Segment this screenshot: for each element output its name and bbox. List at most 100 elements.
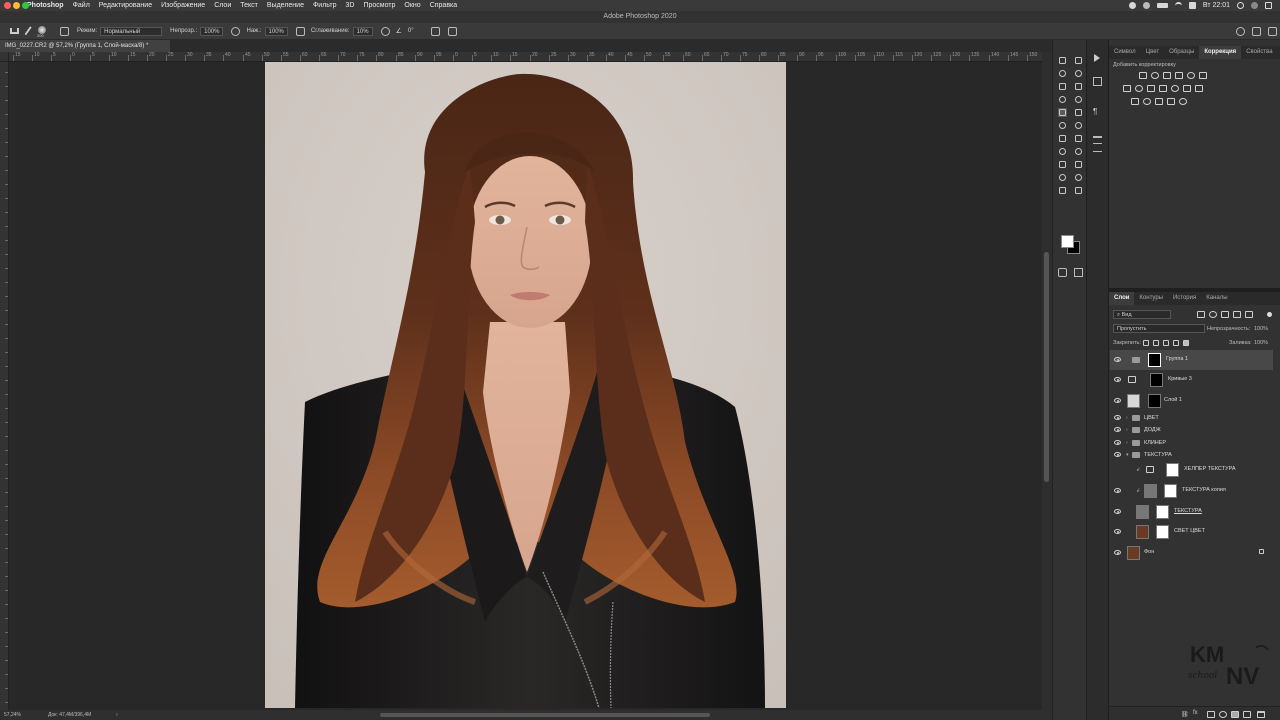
lasso-tool-icon[interactable]: [1058, 69, 1067, 78]
visibility-eye-icon[interactable]: [1114, 415, 1121, 420]
tab-history[interactable]: История: [1168, 292, 1201, 305]
play-actions-icon[interactable]: [1094, 54, 1100, 62]
move-tool-icon[interactable]: [1058, 56, 1067, 65]
layer-row[interactable]: ↲ ХЕЛПЕР ТЕКСТУРА: [1110, 460, 1273, 480]
layer-row[interactable]: ↲ ТЕКСТУРА копия: [1110, 481, 1273, 501]
wifi-icon[interactable]: [1174, 2, 1182, 9]
menu-type[interactable]: Текст: [240, 2, 258, 9]
menu-3d[interactable]: 3D: [345, 2, 354, 9]
new-group-icon[interactable]: [1231, 711, 1239, 718]
eyedropper-tool-icon[interactable]: [1058, 95, 1067, 104]
home-icon[interactable]: [10, 28, 19, 34]
menu-image[interactable]: Изображение: [161, 2, 205, 9]
tab-adjustments[interactable]: Коррекция: [1199, 46, 1242, 59]
chevron-right-icon[interactable]: ›: [1126, 427, 1128, 433]
document-size-info[interactable]: Док: 47,4M/396,4M: [48, 710, 91, 720]
filter-adjustment-icon[interactable]: [1209, 311, 1217, 318]
horizontal-ruler[interactable]: 15 10 5 0 5 10 15 20 25 30 35 40 45 50 55 60 65 70 75 80 85 9…: [9, 52, 1042, 62]
type-tool-icon[interactable]: [1058, 160, 1067, 169]
adjustments-sliders-icon[interactable]: [1093, 143, 1102, 152]
history-brush-tool-icon[interactable]: [1058, 121, 1067, 130]
tab-paths[interactable]: Контуры: [1134, 292, 1168, 305]
tab-character[interactable]: Символ: [1109, 46, 1141, 59]
menu-file[interactable]: Файл: [73, 2, 90, 9]
color-lookup-icon[interactable]: [1183, 85, 1191, 92]
crop-tool-icon[interactable]: [1058, 82, 1067, 91]
healing-brush-tool-icon[interactable]: [1074, 95, 1083, 104]
app-menu[interactable]: Photoshop: [27, 2, 64, 9]
layer-filter-select[interactable]: ⌕ Вид: [1113, 310, 1171, 319]
triangle-adjust-icon[interactable]: [1199, 72, 1207, 79]
brush-settings-icon[interactable]: [1093, 129, 1102, 138]
new-adjustment-icon[interactable]: [1219, 711, 1227, 718]
layer-row[interactable]: ТЕКСТУРА: [1110, 502, 1273, 522]
filter-type-icon[interactable]: [1221, 311, 1229, 318]
quick-mask-icon[interactable]: [1058, 268, 1067, 277]
eraser-tool-icon[interactable]: [1074, 121, 1083, 130]
gradient-map-icon[interactable]: [1167, 98, 1175, 105]
channel-mixer-icon[interactable]: [1171, 85, 1179, 92]
brush-tool-icon[interactable]: [1058, 108, 1067, 117]
angle-icon[interactable]: ∠: [396, 27, 402, 35]
status-icon[interactable]: [1142, 2, 1150, 9]
filter-shape-icon[interactable]: [1233, 311, 1241, 318]
filter-pixel-icon[interactable]: [1197, 311, 1205, 318]
vibrance-icon[interactable]: [1187, 72, 1195, 79]
mode-select[interactable]: Нормальный: [100, 26, 163, 36]
background-color-swatch[interactable]: [1061, 235, 1074, 248]
visibility-eye-icon[interactable]: [1114, 398, 1121, 403]
menu-edit[interactable]: Редактирование: [99, 2, 152, 9]
visibility-eye-icon[interactable]: [1114, 488, 1121, 493]
curves-icon[interactable]: [1163, 72, 1171, 79]
more-tools-icon[interactable]: [1074, 186, 1083, 195]
lock-icon[interactable]: [1259, 549, 1264, 554]
delete-layer-icon[interactable]: [1257, 711, 1265, 718]
hue-saturation-icon[interactable]: [1123, 85, 1131, 92]
vertical-ruler[interactable]: [0, 62, 9, 710]
lock-all-icon[interactable]: [1183, 340, 1189, 346]
levels-icon[interactable]: [1151, 72, 1159, 79]
control-center-icon[interactable]: [1265, 2, 1272, 9]
black-white-icon[interactable]: [1147, 85, 1155, 92]
layer-row[interactable]: Слой 1: [1110, 391, 1273, 411]
path-selection-tool-icon[interactable]: [1074, 160, 1083, 169]
gradient-tool-icon[interactable]: [1058, 134, 1067, 143]
clone-stamp-tool-icon[interactable]: [1074, 108, 1083, 117]
record-icon[interactable]: [1128, 2, 1136, 9]
workspace-icon[interactable]: [1252, 26, 1261, 36]
zoom-tool-icon[interactable]: [1058, 186, 1067, 195]
filter-smart-object-icon[interactable]: [1245, 311, 1253, 318]
screen-mode-icon[interactable]: [1074, 268, 1083, 277]
brush-tool-icon[interactable]: [24, 26, 33, 36]
brush-preset-picker[interactable]: 200: [36, 25, 56, 38]
symmetry-icon[interactable]: [447, 26, 457, 36]
vertical-scrollbar[interactable]: [1042, 52, 1052, 710]
color-balance-icon[interactable]: [1135, 85, 1143, 92]
rectangle-tool-icon[interactable]: [1058, 173, 1067, 182]
search-icon[interactable]: [1236, 26, 1245, 36]
lock-transparent-icon[interactable]: [1143, 340, 1149, 346]
exposure-icon[interactable]: [1175, 72, 1183, 79]
menu-view[interactable]: Просмотр: [363, 2, 395, 9]
frame-tool-icon[interactable]: [1074, 82, 1083, 91]
magic-wand-tool-icon[interactable]: [1074, 69, 1083, 78]
blur-tool-icon[interactable]: [1074, 134, 1083, 143]
visibility-eye-icon[interactable]: [1114, 509, 1121, 514]
chevron-right-icon[interactable]: ›: [1126, 440, 1128, 446]
opacity-pressure-icon[interactable]: [231, 26, 241, 36]
layer-row[interactable]: › ДОДЖ: [1110, 424, 1273, 436]
brightness-contrast-icon[interactable]: [1139, 72, 1147, 79]
chevron-down-icon[interactable]: ▾: [1126, 452, 1129, 458]
zoom-window-button[interactable]: [22, 2, 29, 9]
tab-swatches[interactable]: Образцы: [1164, 46, 1199, 59]
document-tab[interactable]: IMG_0227.CR2 @ 57,2% (Группа 1, Слой-мас…: [0, 40, 170, 52]
grid-adjust-icon[interactable]: [1195, 85, 1203, 92]
canvas-area[interactable]: [9, 62, 1042, 710]
layer-row[interactable]: Группа 1: [1110, 350, 1273, 370]
battery-icon[interactable]: [1156, 3, 1168, 8]
status-menu-arrow-icon[interactable]: ›: [116, 710, 118, 720]
minimize-window-button[interactable]: [13, 2, 20, 9]
layer-row[interactable]: › КЛИНЕР: [1110, 437, 1273, 449]
menu-layers[interactable]: Слои: [214, 2, 231, 9]
lock-pixels-icon[interactable]: [1153, 340, 1159, 346]
